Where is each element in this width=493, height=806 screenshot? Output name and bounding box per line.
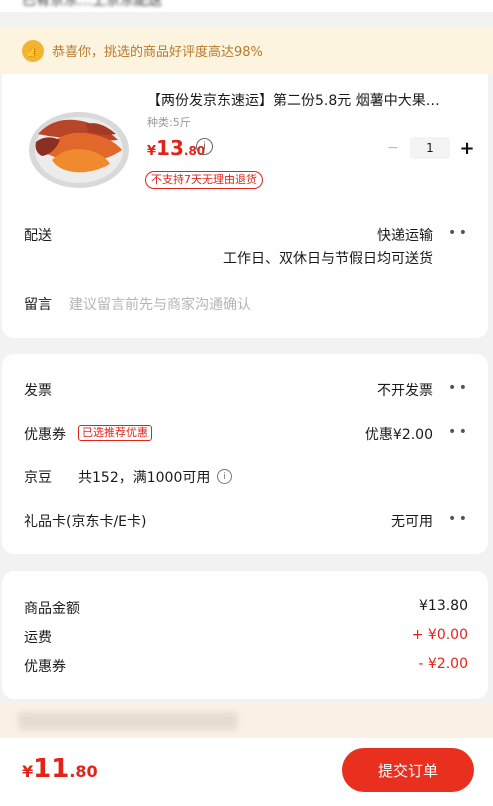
quantity-input[interactable]: 1 xyxy=(410,137,450,159)
product-spec: 种类:5斤 xyxy=(147,116,191,129)
message-input[interactable]: 建议留言前先与商家沟通确认 xyxy=(69,294,251,314)
blurred-notice-text xyxy=(18,712,238,730)
product-image[interactable] xyxy=(26,94,132,190)
return-policy-badge: 不支持7天无理由退货 xyxy=(145,171,263,189)
jd-beans-info-icon[interactable]: i xyxy=(217,469,232,484)
gift-card-label: 礼品卡(京东卡/E卡) xyxy=(24,514,147,530)
product-title[interactable]: 【两份发京东速运】第二份5.8元 烟薯中大果… xyxy=(147,90,472,110)
top-bar: 已有京东…上京东配送 xyxy=(0,0,493,12)
coupon-recommended-badge: 已选推荐优惠 xyxy=(78,425,152,441)
goods-amount-value: ¥13.80 xyxy=(419,598,468,614)
message-label: 留言 xyxy=(24,297,52,313)
amount-summary-card: 商品金额 ¥13.80 运费 + ¥0.00 优惠券 - ¥2.00 xyxy=(2,571,488,699)
total-symbol: ¥ xyxy=(22,762,34,781)
top-bar-text: 已有京东…上京东配送 xyxy=(22,0,162,9)
checkout-bar: ¥11.80 提交订单 xyxy=(0,738,493,806)
thumbs-up-icon: 👍 xyxy=(22,39,44,62)
price-integer: 13 xyxy=(156,136,184,160)
delivery-note: 工作日、双休日与节假日均可送货 xyxy=(223,251,433,267)
banner-text: 恭喜你，挑选的商品好评度高达98% xyxy=(52,45,263,60)
total-price: ¥11.80 xyxy=(22,754,98,784)
price-info-icon[interactable]: i xyxy=(196,138,213,155)
delivery-label: 配送 xyxy=(24,228,52,244)
product-card: 【两份发京东速运】第二份5.8元 烟薯中大果… 种类:5斤 ¥13.80 i −… xyxy=(2,74,488,338)
total-integer: 11 xyxy=(33,754,70,784)
shipping-fee-value: + ¥0.00 xyxy=(411,627,468,643)
decrease-quantity-button[interactable]: − xyxy=(382,140,404,156)
quantity-stepper: − 1 + xyxy=(382,137,478,159)
praise-banner: 👍 恭喜你，挑选的商品好评度高达98% xyxy=(0,27,493,74)
invoice-more-icon[interactable] xyxy=(448,380,466,396)
payment-options-card: 发票 不开发票 优惠券 已选推荐优惠 优惠¥2.00 京豆 共152，满1000… xyxy=(2,354,488,554)
price-symbol: ¥ xyxy=(147,144,157,159)
delivery-more-icon[interactable] xyxy=(448,225,466,241)
goods-amount-label: 商品金额 xyxy=(24,601,80,617)
jd-beans-detail: 共152，满1000可用 xyxy=(78,470,211,486)
delivery-method[interactable]: 快递运输 xyxy=(377,225,433,245)
total-decimal: .80 xyxy=(69,762,98,781)
coupon-more-icon[interactable] xyxy=(448,424,466,440)
gift-card-more-icon[interactable] xyxy=(448,511,466,527)
shipping-fee-label: 运费 xyxy=(24,630,52,646)
coupon-label: 优惠券 xyxy=(24,427,66,443)
coupon-discount-value: - ¥2.00 xyxy=(418,656,468,672)
increase-quantity-button[interactable]: + xyxy=(456,138,478,159)
submit-order-button[interactable]: 提交订单 xyxy=(342,748,474,792)
jd-beans-label: 京豆 xyxy=(24,470,52,486)
coupon-value[interactable]: 优惠¥2.00 xyxy=(365,424,433,444)
coupon-discount-label: 优惠券 xyxy=(24,659,66,675)
blurred-notice-bar xyxy=(0,704,493,738)
gift-card-value[interactable]: 无可用 xyxy=(391,511,433,531)
invoice-value[interactable]: 不开发票 xyxy=(377,380,433,400)
invoice-label: 发票 xyxy=(24,383,52,399)
